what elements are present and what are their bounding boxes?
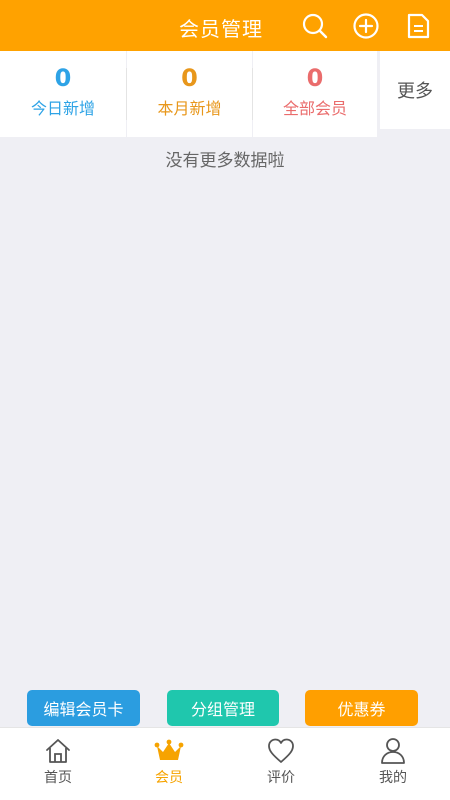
page-title: 会员管理 [179,17,263,41]
tab-label: 首页 [44,770,72,786]
stat-month-new[interactable]: 0 本月新增 [127,51,252,137]
stat-value: 0 [181,64,198,92]
tab-label: 我的 [379,770,407,786]
group-management-button[interactable]: 分组管理 [167,690,279,726]
heart-icon [268,738,294,763]
stat-all-members[interactable]: 0 全部会员 [253,51,377,137]
document-icon[interactable] [404,12,432,40]
tab-mine[interactable]: 我的 [337,728,449,800]
home-icon [46,739,70,763]
edit-member-card-button[interactable]: 编辑会员卡 [27,690,140,726]
coupon-button[interactable]: 优惠券 [305,690,418,726]
tab-home[interactable]: 首页 [2,728,114,800]
stat-label: 今日新增 [30,99,95,118]
app-header: 会员管理 [0,0,450,51]
tab-reviews[interactable]: 评价 [225,728,337,800]
crown-icon [154,739,184,760]
add-circle-icon[interactable] [352,12,380,40]
stat-value: 0 [306,64,324,92]
stat-value: 0 [54,64,72,92]
search-icon[interactable] [301,12,329,40]
stat-label: 本月新增 [157,99,222,118]
stat-today-new[interactable]: 0 今日新增 [0,51,126,137]
more-button[interactable]: 更多 [380,51,450,129]
stat-label: 全部会员 [282,99,347,118]
tab-members[interactable]: 会员 [113,728,225,800]
tab-label: 会员 [155,770,183,786]
stats-panel: 0 今日新增 0 本月新增 0 全部会员 更多 [0,51,450,137]
bottom-tab-bar: 首页 会员 评价 我的 [0,727,450,800]
empty-message: 没有更多数据啦 [165,151,285,171]
person-icon [381,738,405,764]
tab-label: 评价 [267,770,295,786]
